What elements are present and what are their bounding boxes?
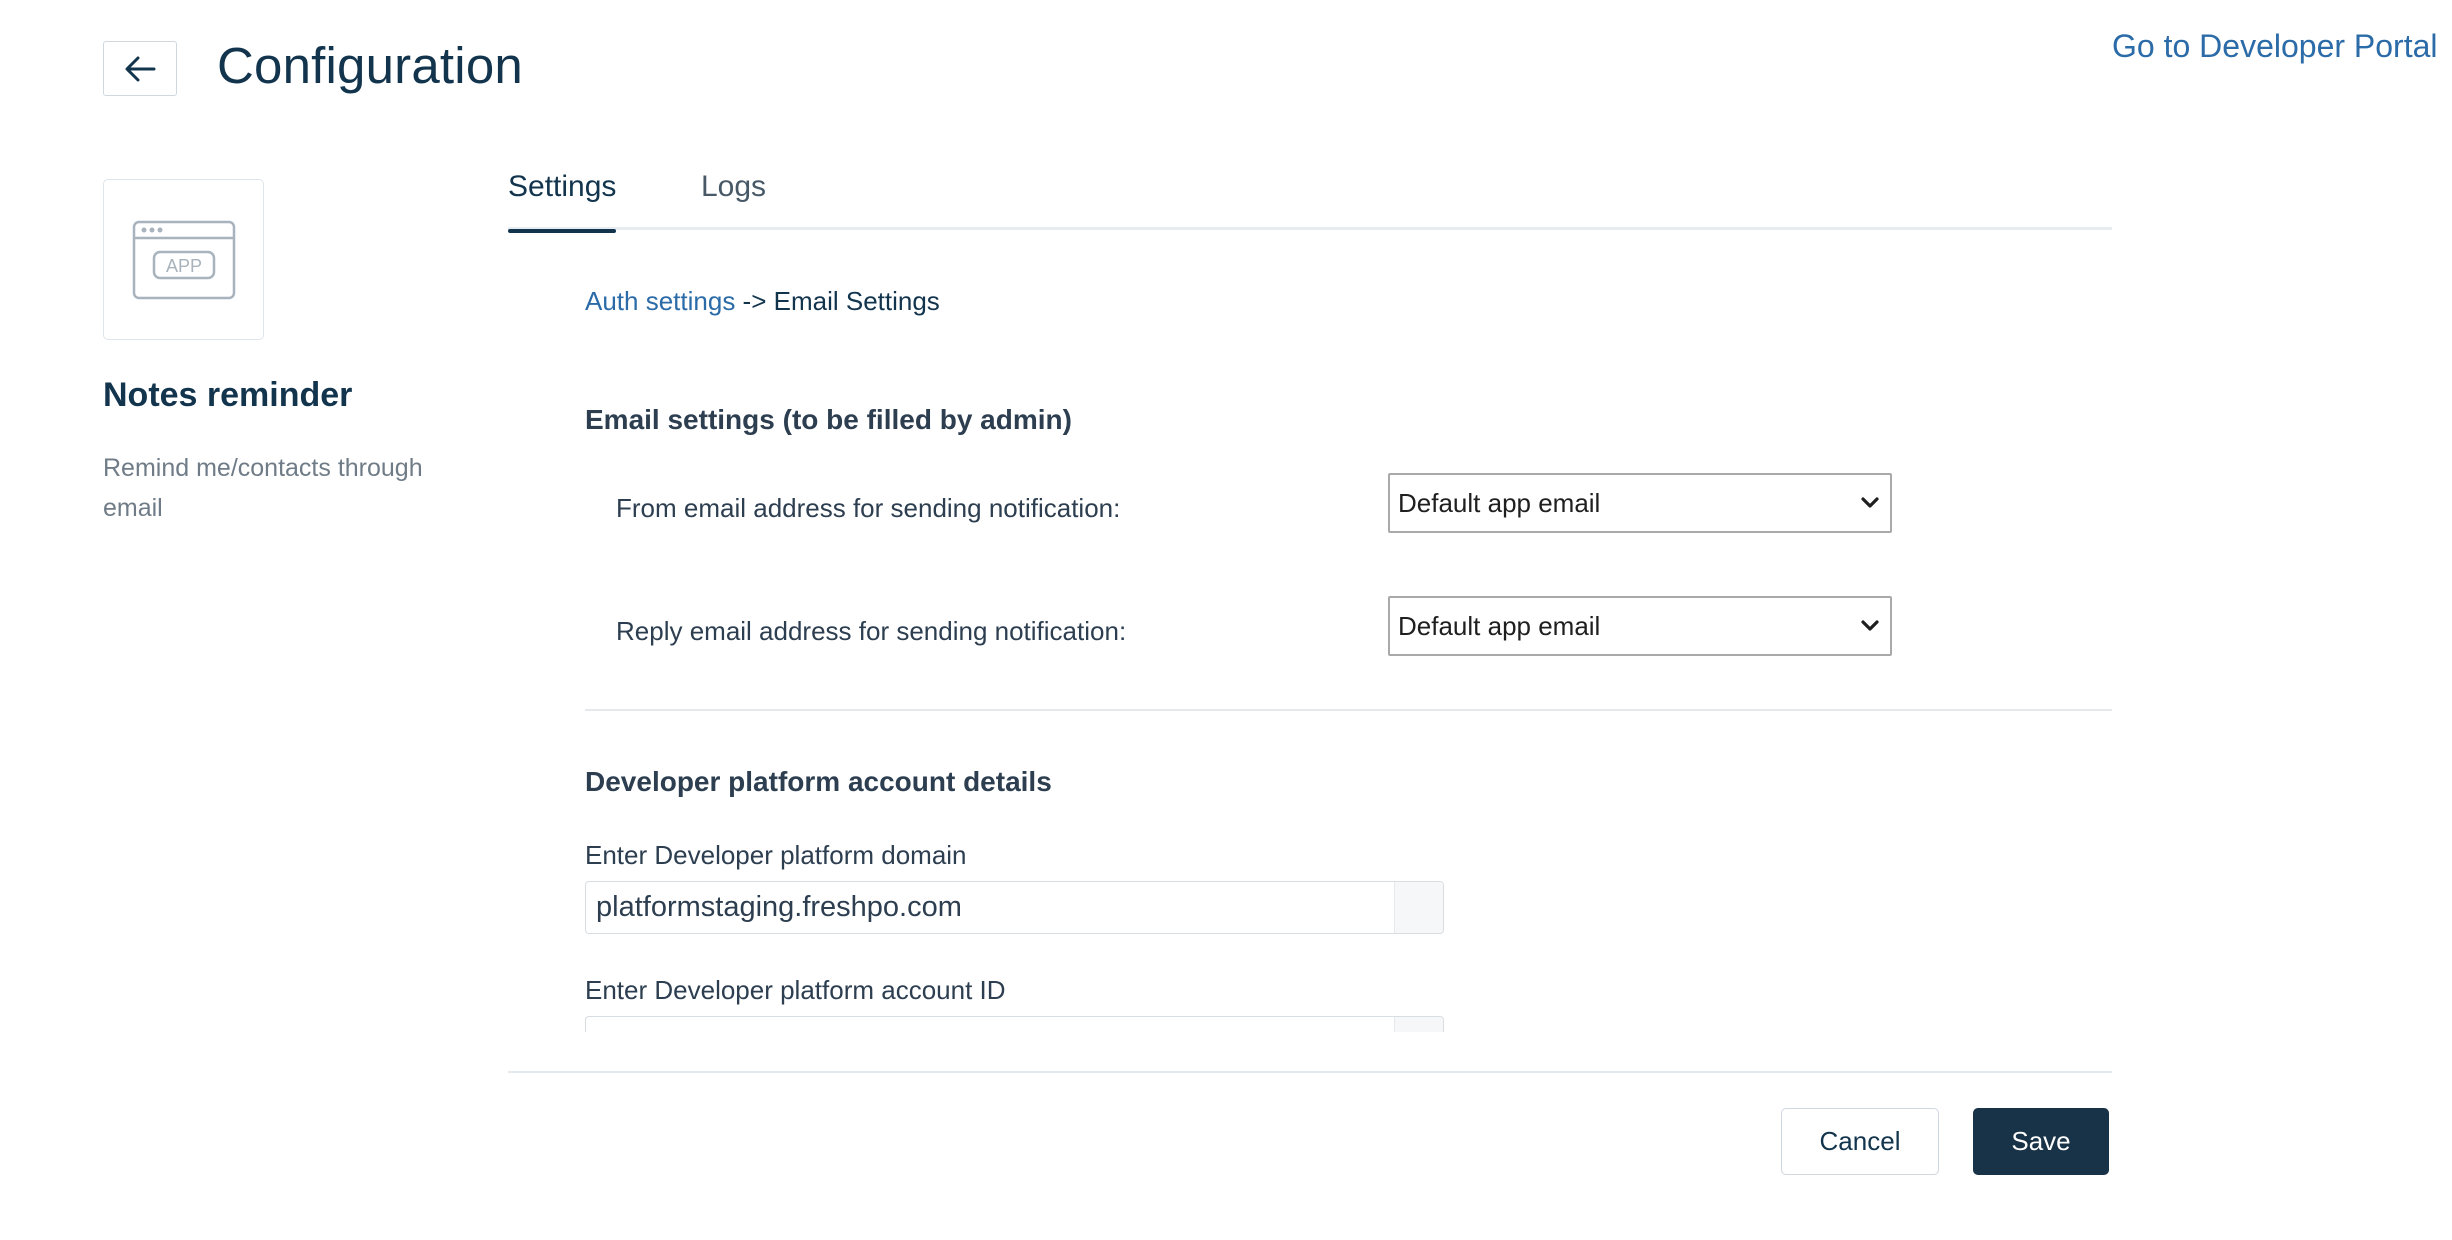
tab-logs[interactable]: Logs: [701, 168, 766, 230]
from-email-selected-value: Default app email: [1398, 487, 1601, 518]
footer-divider: [508, 1071, 2112, 1073]
chevron-down-icon: [1850, 496, 1890, 510]
account-id-input[interactable]: [585, 1016, 1444, 1032]
tab-bar: Settings Logs: [508, 168, 2112, 233]
breadcrumb-auth-settings-link[interactable]: Auth settings: [585, 286, 735, 316]
app-description: Remind me/contacts through email: [103, 454, 423, 522]
page-title: Configuration: [217, 37, 523, 94]
domain-input-value: platformstaging.freshpo.com: [596, 891, 962, 923]
cancel-button[interactable]: Cancel: [1781, 1108, 1939, 1175]
section-divider: [585, 709, 2112, 711]
reply-email-label: Reply email address for sending notifica…: [616, 616, 1127, 646]
app-window-icon: APP: [132, 220, 235, 299]
app-name: Notes reminder: [103, 376, 353, 414]
back-button[interactable]: [103, 41, 177, 96]
breadcrumb-separator: ->: [735, 286, 774, 316]
configuration-page: Configuration Go to Developer Portal APP…: [0, 0, 2452, 1240]
reply-email-selected-value: Default app email: [1398, 610, 1601, 641]
chevron-down-icon: [1850, 619, 1890, 633]
scroll-clip: [585, 1016, 1455, 1032]
account-id-label: Enter Developer platform account ID: [585, 975, 1006, 1005]
developer-portal-link[interactable]: Go to Developer Portal: [2112, 28, 2438, 65]
app-icon-container: APP: [103, 179, 264, 340]
from-email-label: From email address for sending notificat…: [616, 493, 1121, 523]
domain-input-addon: [1394, 882, 1443, 933]
breadcrumb-current: Email Settings: [773, 286, 940, 316]
tab-settings[interactable]: Settings: [508, 168, 617, 233]
domain-input[interactable]: platformstaging.freshpo.com: [585, 881, 1444, 934]
from-email-select[interactable]: Default app email: [1388, 473, 1892, 533]
email-settings-title: Email settings (to be filled by admin): [585, 404, 1072, 435]
breadcrumb: Auth settings -> Email Settings: [585, 286, 940, 317]
developer-platform-title: Developer platform account details: [585, 766, 1052, 797]
arrow-left-icon: [125, 56, 156, 81]
domain-label: Enter Developer platform domain: [585, 840, 967, 870]
save-button[interactable]: Save: [1973, 1108, 2109, 1175]
reply-email-select[interactable]: Default app email: [1388, 596, 1892, 656]
app-icon-label: APP: [165, 256, 201, 276]
